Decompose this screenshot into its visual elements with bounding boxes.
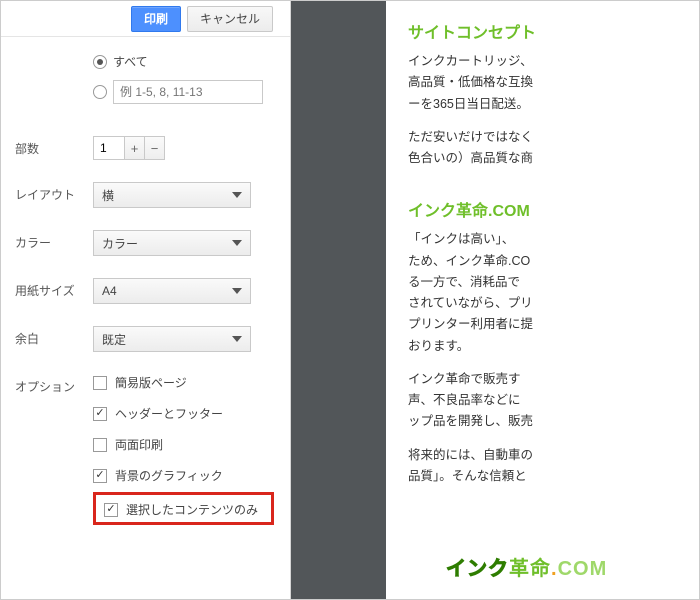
print-settings-panel: 印刷 キャンセル すべて 部数 [1, 1, 291, 599]
cancel-button[interactable]: キャンセル [187, 6, 273, 32]
chevron-down-icon [232, 288, 242, 294]
chevron-down-icon [232, 192, 242, 198]
pages-range-input[interactable] [113, 80, 263, 104]
paper-value: A4 [102, 284, 117, 298]
row-options: オプション 簡易版ページヘッダーとフッター両面印刷背景のグラフィック選択したコン… [15, 374, 274, 525]
checkbox-icon [93, 469, 107, 483]
row-paper: 用紙サイズ A4 [15, 278, 274, 304]
paper-select[interactable]: A4 [93, 278, 251, 304]
checkbox-icon [104, 503, 118, 517]
preview-text: ただ安いだけではなく 色合いの）高品質な商 [408, 127, 699, 170]
print-button[interactable]: 印刷 [131, 6, 181, 32]
option-checkbox[interactable]: 背景のグラフィック [93, 467, 274, 484]
color-select[interactable]: カラー [93, 230, 251, 256]
margin-label: 余白 [15, 326, 93, 347]
pages-label [15, 53, 93, 57]
preview-text: 「インクは高い」、 ため、インク革命.CO る一方で、消耗品で されていながら、… [408, 229, 699, 357]
option-checkbox[interactable]: 簡易版ページ [93, 374, 274, 391]
pages-range-option[interactable] [93, 80, 274, 104]
options-label: オプション [15, 374, 93, 395]
row-pages: すべて [15, 53, 274, 114]
option-checkbox[interactable]: 選択したコンテンツのみ [104, 501, 263, 518]
pages-all-option[interactable]: すべて [93, 53, 274, 70]
radio-icon [93, 55, 107, 69]
margin-select[interactable]: 既定 [93, 326, 251, 352]
preview-text: インク革命で販売す 声、不良品率などに ップ品を開発し、販売 [408, 369, 699, 433]
brand-logo: インク革命.COM [446, 552, 607, 581]
paper-label: 用紙サイズ [15, 278, 93, 299]
option-label: 選択したコンテンツのみ [126, 501, 258, 518]
copies-input[interactable] [93, 136, 125, 160]
panel-header: 印刷 キャンセル [1, 1, 290, 37]
layout-value: 横 [102, 187, 114, 204]
option-label: 両面印刷 [115, 436, 163, 453]
option-label: 簡易版ページ [115, 374, 187, 391]
chevron-down-icon [232, 336, 242, 342]
copies-plus-button[interactable]: + [125, 136, 145, 160]
preview-text: 将来的には、自動車の 品質」。そんな信頼と [408, 445, 699, 488]
row-copies: 部数 + − [15, 136, 274, 160]
copies-stepper[interactable]: + − [93, 136, 274, 160]
radio-icon [93, 85, 107, 99]
highlighted-option: 選択したコンテンツのみ [93, 492, 274, 525]
panel-body: すべて 部数 + − [1, 37, 290, 541]
option-checkbox[interactable]: 両面印刷 [93, 436, 274, 453]
margin-value: 既定 [102, 331, 126, 348]
option-label: ヘッダーとフッター [115, 405, 223, 422]
row-layout: レイアウト 横 [15, 182, 274, 208]
preview-heading-1: サイトコンセプト [408, 19, 699, 43]
preview-page: サイトコンセプト インクカートリッジ、 高品質・低価格な互換 ーを365日当日配… [386, 1, 699, 599]
color-label: カラー [15, 230, 93, 251]
copies-label: 部数 [15, 136, 93, 157]
preview-text: インクカートリッジ、 高品質・低価格な互換 ーを365日当日配送。 [408, 51, 699, 115]
layout-label: レイアウト [15, 182, 93, 203]
print-dialog-window: 印刷 キャンセル すべて 部数 [0, 0, 700, 600]
chevron-down-icon [232, 240, 242, 246]
color-value: カラー [102, 235, 138, 252]
preview-heading-2: インク革命.COM [408, 197, 699, 221]
option-checkbox[interactable]: ヘッダーとフッター [93, 405, 274, 422]
option-label: 背景のグラフィック [115, 467, 223, 484]
checkbox-icon [93, 407, 107, 421]
pages-all-label: すべて [113, 53, 148, 70]
row-margin: 余白 既定 [15, 326, 274, 352]
checkbox-icon [93, 376, 107, 390]
checkbox-icon [93, 438, 107, 452]
copies-minus-button[interactable]: − [145, 136, 165, 160]
row-color: カラー カラー [15, 230, 274, 256]
preview-gutter [291, 1, 386, 599]
layout-select[interactable]: 横 [93, 182, 251, 208]
